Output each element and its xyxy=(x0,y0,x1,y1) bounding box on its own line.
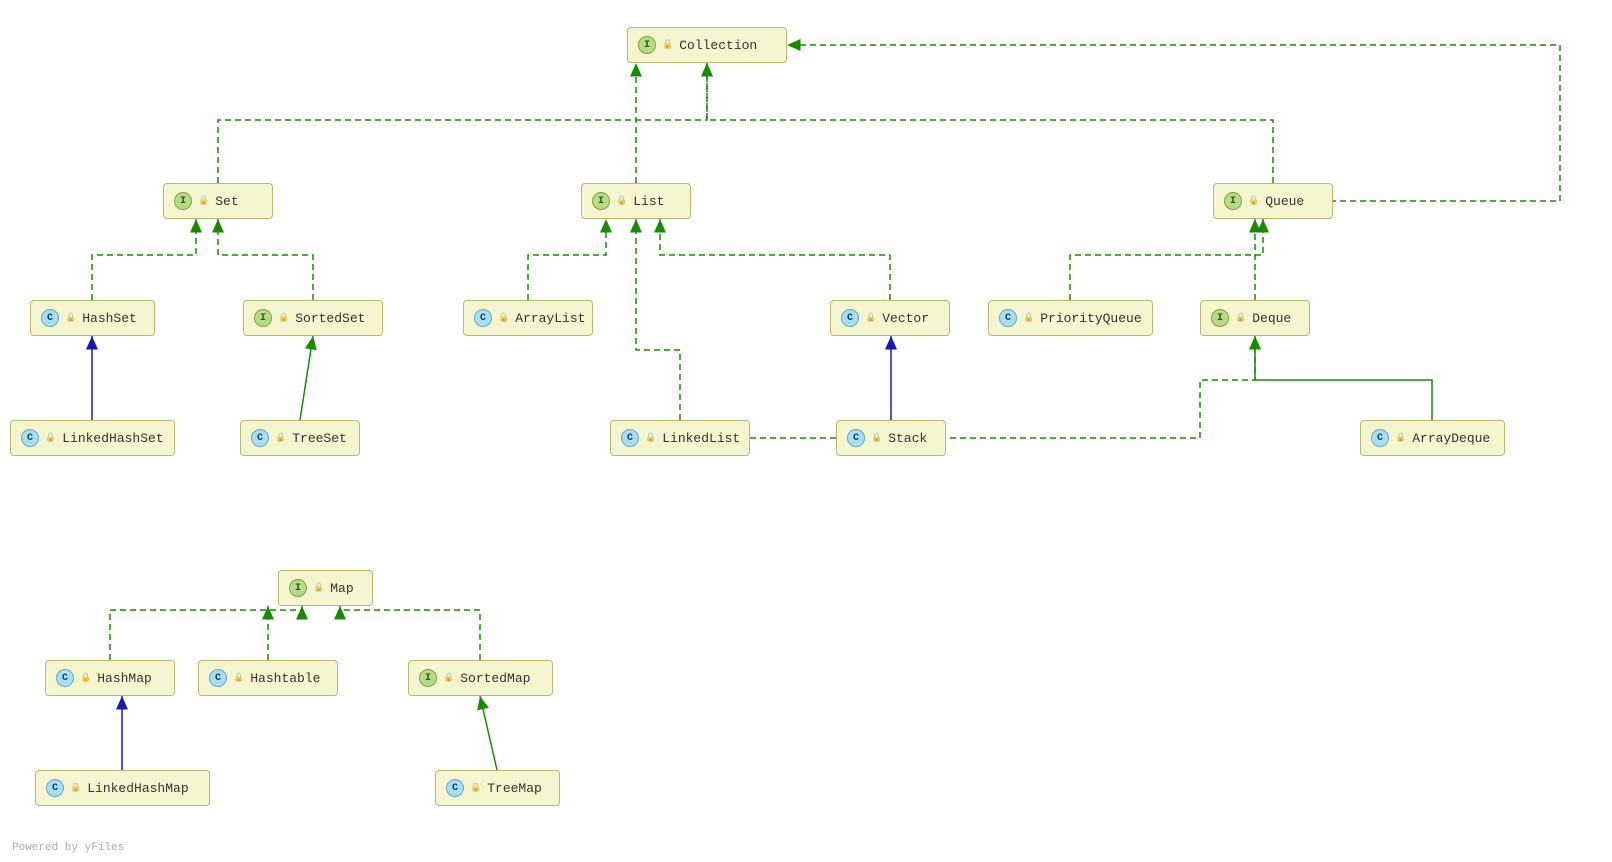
node-list[interactable]: I 🔒 List xyxy=(581,183,691,219)
badge-treeset: C xyxy=(251,429,269,447)
lock-icon: 🔒 xyxy=(443,673,454,683)
lock-icon: 🔒 xyxy=(470,783,481,793)
lock-icon: 🔒 xyxy=(80,673,91,683)
diagram-canvas: I 🔒 Collection I 🔒 Set I 🔒 List I 🔒 Queue C 🔒 HashSet I… xyxy=(0,0,1612,862)
badge-arraydeque: C xyxy=(1371,429,1389,447)
watermark: Powered by yFiles xyxy=(12,842,124,854)
badge-priorityqueue: C xyxy=(999,309,1017,327)
node-label-priorityqueue: PriorityQueue xyxy=(1040,311,1141,326)
badge-treemap: C xyxy=(446,779,464,797)
node-deque[interactable]: I 🔒 Deque xyxy=(1200,300,1310,336)
node-label-treeset: TreeSet xyxy=(292,431,347,446)
badge-hashtable: C xyxy=(209,669,227,687)
badge-vector: C xyxy=(841,309,859,327)
node-label-linkedlist: LinkedList xyxy=(662,431,740,446)
node-treemap[interactable]: C 🔒 TreeMap xyxy=(435,770,560,806)
node-label-hashtable: Hashtable xyxy=(250,671,320,686)
badge-hashmap: C xyxy=(56,669,74,687)
badge-set: I xyxy=(174,192,192,210)
node-label-treemap: TreeMap xyxy=(487,781,542,796)
node-arraydeque[interactable]: C 🔒 ArrayDeque xyxy=(1360,420,1505,456)
node-arraylist[interactable]: C 🔒 ArrayList xyxy=(463,300,593,336)
node-label-list: List xyxy=(633,194,664,209)
lock-icon: 🔒 xyxy=(198,196,209,206)
node-label-collection: Collection xyxy=(679,38,757,53)
node-label-hashset: HashSet xyxy=(82,311,137,326)
lock-icon: 🔒 xyxy=(275,433,286,443)
node-label-stack: Stack xyxy=(888,431,927,446)
node-label-map: Map xyxy=(330,581,353,596)
lock-icon: 🔒 xyxy=(45,433,56,443)
lock-icon: 🔒 xyxy=(233,673,244,683)
node-queue[interactable]: I 🔒 Queue xyxy=(1213,183,1333,219)
node-hashset[interactable]: C 🔒 HashSet xyxy=(30,300,155,336)
badge-sortedmap: I xyxy=(419,669,437,687)
lock-icon: 🔒 xyxy=(65,313,76,323)
lock-icon: 🔒 xyxy=(662,40,673,50)
lock-icon: 🔒 xyxy=(871,433,882,443)
badge-linkedhashmap: C xyxy=(46,779,64,797)
node-collection[interactable]: I 🔒 Collection xyxy=(627,27,787,63)
node-label-sortedset: SortedSet xyxy=(295,311,365,326)
node-label-vector: Vector xyxy=(882,311,929,326)
badge-queue: I xyxy=(1224,192,1242,210)
node-map[interactable]: I 🔒 Map xyxy=(278,570,373,606)
lock-icon: 🔒 xyxy=(278,313,289,323)
node-treeset[interactable]: C 🔒 TreeSet xyxy=(240,420,360,456)
node-linkedhashset[interactable]: C 🔒 LinkedHashSet xyxy=(10,420,175,456)
node-vector[interactable]: C 🔒 Vector xyxy=(830,300,950,336)
node-stack[interactable]: C 🔒 Stack xyxy=(836,420,946,456)
badge-hashset: C xyxy=(41,309,59,327)
lock-icon: 🔒 xyxy=(865,313,876,323)
lock-icon: 🔒 xyxy=(1395,433,1406,443)
badge-collection: I xyxy=(638,36,656,54)
badge-map: I xyxy=(289,579,307,597)
lock-icon: 🔒 xyxy=(645,433,656,443)
badge-stack: C xyxy=(847,429,865,447)
badge-linkedlist: C xyxy=(621,429,639,447)
node-label-queue: Queue xyxy=(1265,194,1304,209)
node-label-sortedmap: SortedMap xyxy=(460,671,530,686)
lock-icon: 🔒 xyxy=(616,196,627,206)
node-label-arraylist: ArrayList xyxy=(515,311,585,326)
badge-sortedset: I xyxy=(254,309,272,327)
node-sortedmap[interactable]: I 🔒 SortedMap xyxy=(408,660,553,696)
lock-icon: 🔒 xyxy=(70,783,81,793)
node-linkedlist[interactable]: C 🔒 LinkedList xyxy=(610,420,750,456)
lock-icon: 🔒 xyxy=(1235,313,1246,323)
badge-deque: I xyxy=(1211,309,1229,327)
node-label-hashmap: HashMap xyxy=(97,671,152,686)
badge-list: I xyxy=(592,192,610,210)
node-linkedhashmap[interactable]: C 🔒 LinkedHashMap xyxy=(35,770,210,806)
node-label-deque: Deque xyxy=(1252,311,1291,326)
node-label-linkedhashmap: LinkedHashMap xyxy=(87,781,188,796)
lock-icon: 🔒 xyxy=(498,313,509,323)
node-label-arraydeque: ArrayDeque xyxy=(1412,431,1490,446)
node-label-linkedhashset: LinkedHashSet xyxy=(62,431,163,446)
node-set[interactable]: I 🔒 Set xyxy=(163,183,273,219)
lock-icon: 🔒 xyxy=(313,583,324,593)
badge-linkedhashset: C xyxy=(21,429,39,447)
node-hashmap[interactable]: C 🔒 HashMap xyxy=(45,660,175,696)
node-priorityqueue[interactable]: C 🔒 PriorityQueue xyxy=(988,300,1153,336)
badge-arraylist: C xyxy=(474,309,492,327)
lock-icon: 🔒 xyxy=(1248,196,1259,206)
node-hashtable[interactable]: C 🔒 Hashtable xyxy=(198,660,338,696)
lock-icon: 🔒 xyxy=(1023,313,1034,323)
node-sortedset[interactable]: I 🔒 SortedSet xyxy=(243,300,383,336)
node-label-set: Set xyxy=(215,194,238,209)
